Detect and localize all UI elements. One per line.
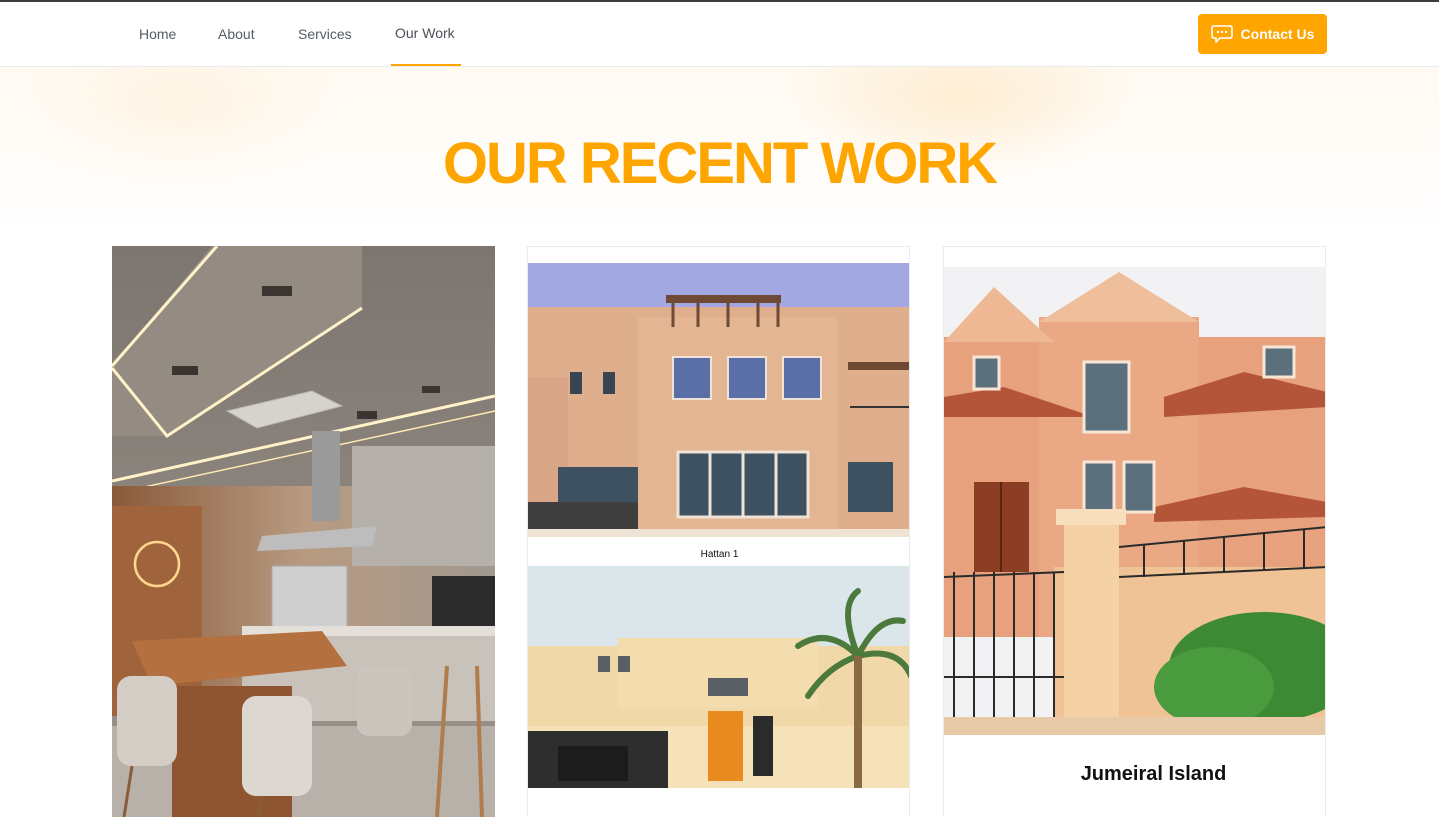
active-nav-indicator xyxy=(391,64,461,66)
nav-services[interactable]: Services xyxy=(298,2,352,66)
project-card-hattan[interactable]: Hattan 1 xyxy=(527,246,910,817)
hattan-villa-image xyxy=(528,247,909,537)
project-caption: Hattan 1 xyxy=(700,549,739,560)
kitchen-interior-image xyxy=(112,246,495,817)
contact-us-label: Contact Us xyxy=(1240,26,1315,42)
project-card-jumeiral-island[interactable]: Jumeiral Island xyxy=(943,246,1326,817)
nav-home[interactable]: Home xyxy=(139,2,176,66)
nav-our-work[interactable]: Our Work xyxy=(395,1,455,65)
chat-bubble-icon xyxy=(1210,24,1233,44)
project-card-kitchen[interactable] xyxy=(112,246,495,817)
main-navbar: Home About Services Our Work Contact Us xyxy=(0,2,1439,67)
nav-about[interactable]: About xyxy=(218,2,255,66)
contact-us-button[interactable]: Contact Us xyxy=(1198,14,1327,54)
project-caption: Jumeiral Island xyxy=(1080,763,1227,785)
jumeiral-island-villa-image xyxy=(944,247,1325,737)
hattan-villa-2-image xyxy=(528,566,909,796)
section-title: OUR RECENT WORK xyxy=(442,131,998,196)
